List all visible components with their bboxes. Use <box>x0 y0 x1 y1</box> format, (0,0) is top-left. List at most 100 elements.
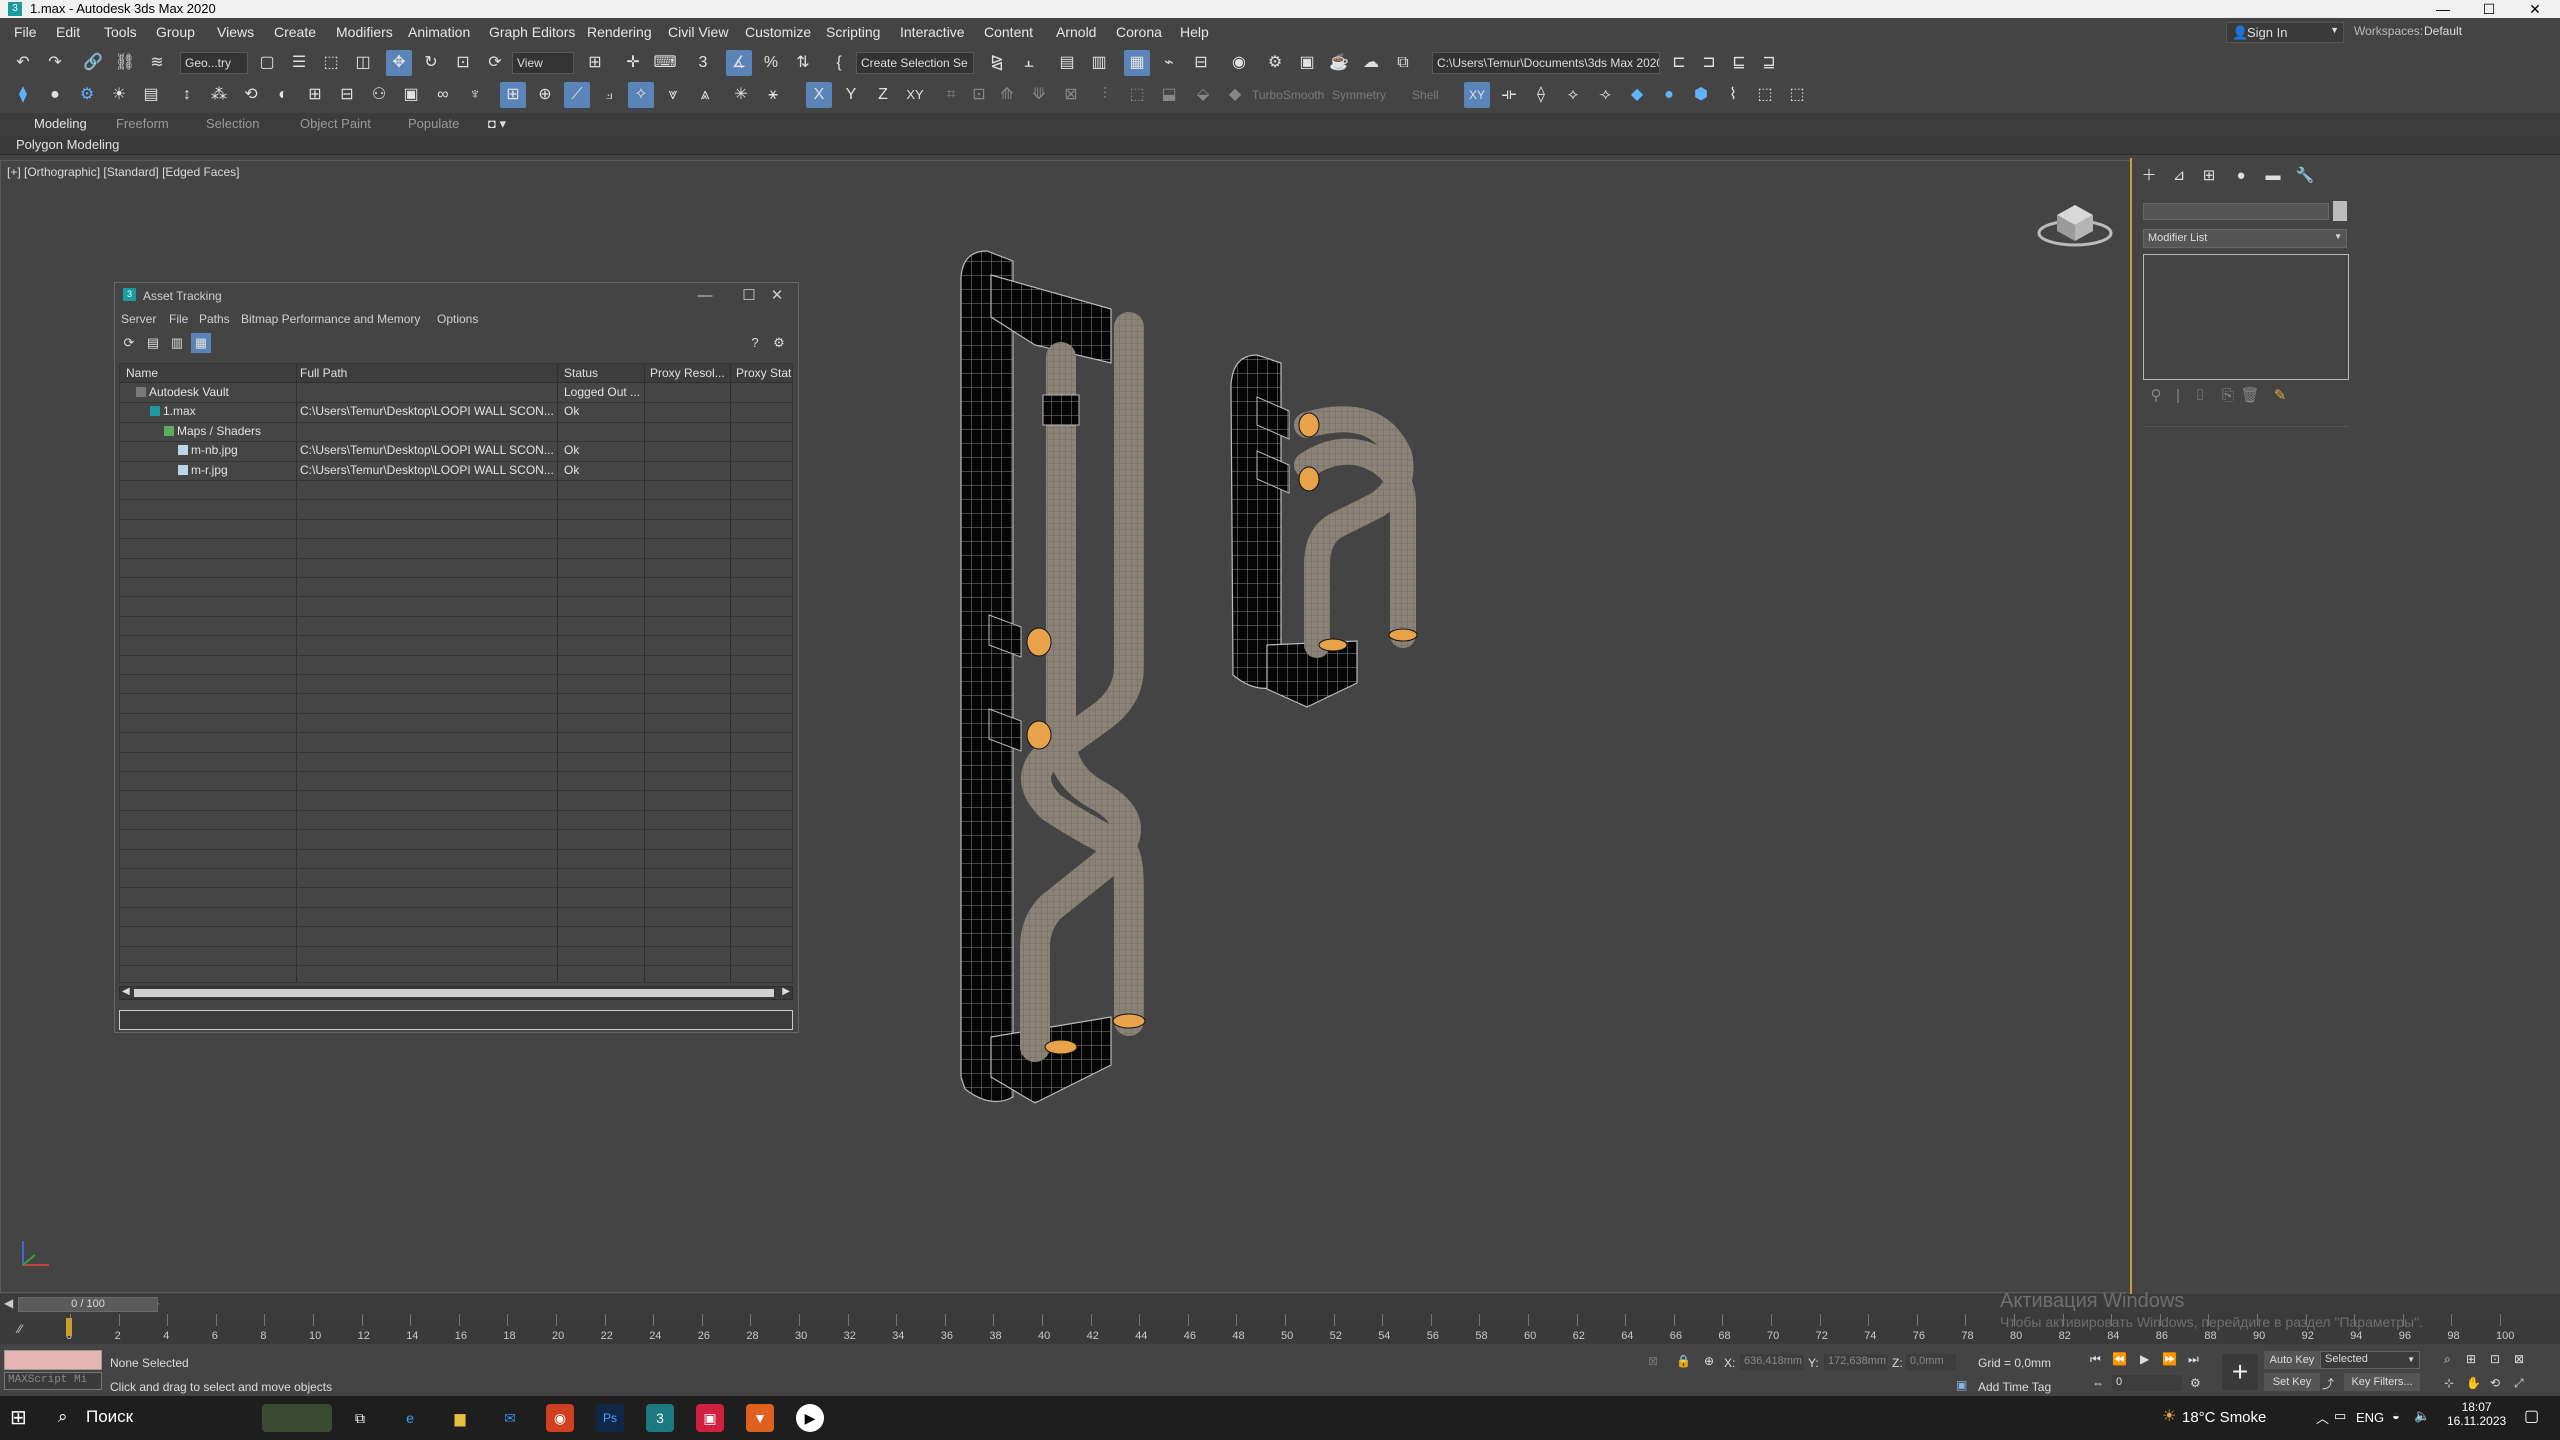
go-to-start-icon[interactable]: ⏮ <box>2090 1352 2101 1367</box>
snap-pivot-icon[interactable]: ✧ <box>628 82 654 108</box>
maxscript-mini-listener[interactable]: MAXScript Mi <box>4 1372 102 1390</box>
schematic-view-icon[interactable]: ⊟ <box>1188 50 1214 76</box>
pivot-center-icon[interactable]: ⊞ <box>582 50 608 76</box>
uvw-tool-icon[interactable]: ⊞ <box>302 82 328 108</box>
column-full-path[interactable]: Full Path <box>300 366 558 380</box>
grid-tool-icon[interactable]: ⊟ <box>334 82 360 108</box>
corona-render-icon[interactable]: ⧫ <box>10 82 36 108</box>
mail-icon[interactable]: ✉ <box>496 1404 524 1432</box>
key-selection-set-dropdown[interactable]: Selected ▼ <box>2320 1351 2420 1369</box>
x-coordinate-field[interactable]: 636,418mm <box>1740 1354 1804 1370</box>
menu-modifiers[interactable]: Modifiers <box>336 24 393 40</box>
corona-camera-icon[interactable]: ⚙ <box>74 82 100 108</box>
menu-group[interactable]: Group <box>156 24 195 40</box>
loop-tool-icon[interactable]: ∞ <box>430 82 456 108</box>
snap-tangent-icon[interactable]: ⩓ <box>692 82 718 108</box>
project-toolbar-icon[interactable]: ⊒ <box>1756 50 1782 76</box>
file-explorer-icon[interactable]: ▆ <box>446 1404 474 1432</box>
menu-views[interactable]: Views <box>217 24 254 40</box>
time-cursor[interactable] <box>66 1318 72 1336</box>
sign-in-dropdown[interactable]: 👤 Sign In ▼ <box>2226 22 2344 43</box>
rectangular-selection-icon[interactable]: ⬚ <box>318 50 344 76</box>
bezier-icon[interactable]: ⬚ <box>1784 82 1810 108</box>
polygon-modeling-label[interactable]: Polygon Modeling <box>16 137 119 152</box>
curve-editor-icon[interactable]: ⌁ <box>1156 50 1182 76</box>
auto-key-button[interactable]: Auto Key <box>2264 1351 2320 1369</box>
turbosmooth-label[interactable]: TurboSmooth <box>1252 88 1324 102</box>
wall-sconce-mesh-1[interactable] <box>951 247 1171 1127</box>
scroll-right-icon[interactable]: ▶ <box>782 986 790 997</box>
lathe-icon[interactable]: ⫶ <box>1092 82 1118 108</box>
close-button[interactable]: ✕ <box>2512 0 2558 18</box>
snap-edge-icon[interactable]: ⟋ <box>564 82 590 108</box>
motion-panel-icon[interactable]: ● <box>2228 164 2254 188</box>
media-app-icon[interactable]: ▣ <box>696 1404 724 1432</box>
network-icon[interactable]: ▭ <box>2334 1408 2346 1424</box>
set-keys-icon[interactable]: + <box>2222 1354 2258 1390</box>
hierarchy-panel-icon[interactable]: ⊞ <box>2196 164 2222 188</box>
z-coordinate-field[interactable]: 0,0mm <box>1906 1354 1956 1370</box>
menu-arnold[interactable]: Arnold <box>1056 24 1096 40</box>
absolute-mode-icon[interactable]: ⊕ <box>1704 1354 1714 1368</box>
render-setup-icon[interactable]: ⚙ <box>1262 50 1288 76</box>
weather-text[interactable]: 18°C Smoke <box>2182 1409 2266 1426</box>
viewport-label[interactable]: [+] [Orthographic] [Standard] [Edged Fac… <box>7 165 239 179</box>
menu-tools[interactable]: Tools <box>104 24 137 40</box>
modifier-list-dropdown[interactable]: Modifier List ▼ <box>2143 229 2347 248</box>
select-by-name-icon[interactable]: ☰ <box>286 50 312 76</box>
make-unique-icon[interactable]: ⌷ <box>2187 384 2213 408</box>
3ds-max-taskbar-icon[interactable]: 3 <box>646 1404 674 1432</box>
isolate-icon[interactable]: ⊠ <box>1648 1354 1658 1368</box>
scrollbar-thumb[interactable] <box>134 989 774 997</box>
pivot-tool-icon[interactable]: ↕ <box>174 82 200 108</box>
dialog-close-button[interactable]: ✕ <box>757 285 797 307</box>
corona-proxy-icon[interactable]: ▤ <box>138 82 164 108</box>
select-object-icon[interactable]: ▢ <box>254 50 280 76</box>
dialog-title-bar[interactable]: 3 Asset Tracking — ☐ ✕ <box>115 283 798 309</box>
next-frame-icon[interactable]: ⏩ <box>2162 1352 2177 1366</box>
select-and-place-icon[interactable]: ⟳ <box>482 50 508 76</box>
tree-view-icon[interactable]: ▥ <box>167 333 187 353</box>
project-open-icon[interactable]: ⊏ <box>1666 50 1692 76</box>
dialog-menu-paths[interactable]: Paths <box>199 312 230 326</box>
corona-light-icon[interactable]: ● <box>42 82 68 108</box>
menu-customize[interactable]: Customize <box>745 24 811 40</box>
previous-frame-icon[interactable]: ⏪ <box>2112 1352 2127 1366</box>
menu-content[interactable]: Content <box>984 24 1033 40</box>
project-create-icon[interactable]: ⊐ <box>1696 50 1722 76</box>
selection-lock-icon[interactable]: 🔒 <box>1676 1354 1691 1368</box>
asset-path-cell[interactable]: C:\Users\Temur\Desktop\LOOPI WALL SCON..… <box>300 463 554 477</box>
array-tool-icon[interactable]: ⚇ <box>366 82 392 108</box>
object-name-field[interactable] <box>2143 203 2329 220</box>
axis-z-button[interactable]: Z <box>870 82 896 108</box>
go-to-end-icon[interactable]: ⏭ <box>2188 1352 2199 1367</box>
cylinder-icon[interactable]: ⬢ <box>1688 82 1714 108</box>
turbosmooth-icon[interactable]: ◆ <box>1222 82 1248 108</box>
track-bar-menu-icon[interactable]: ⁄∕ <box>18 1322 22 1336</box>
snaps-toggle-icon[interactable]: 3 <box>690 50 716 76</box>
asset-name-cell[interactable]: m-nb.jpg <box>178 443 296 457</box>
column-status[interactable]: Status <box>564 366 644 380</box>
settings-icon[interactable]: ⚙ <box>769 333 789 353</box>
time-configuration-icon[interactable]: ⚙ <box>2190 1376 2201 1390</box>
zoom-extents-all-icon[interactable]: ⊠ <box>2514 1352 2524 1366</box>
time-slider-prev-icon[interactable]: ◀ <box>4 1296 13 1310</box>
utilities-panel-icon[interactable]: 🔧 <box>2292 164 2318 188</box>
dialog-menu-options[interactable]: Options <box>437 312 478 326</box>
snap-face-icon[interactable]: ⟓ <box>596 82 622 108</box>
volume-icon[interactable]: 🔈 <box>2414 1408 2430 1424</box>
current-frame-field[interactable]: 0 <box>2112 1375 2182 1391</box>
undo-icon[interactable]: ↶ <box>10 50 36 76</box>
tray-chevron-icon[interactable]: ︿ <box>2316 1408 2329 1427</box>
menu-corona[interactable]: Corona <box>1116 24 1162 40</box>
symmetry-label[interactable]: Symmetry <box>1332 88 1386 102</box>
tab-object-paint[interactable]: Object Paint <box>300 116 371 131</box>
spline-icon[interactable]: ⌇ <box>1720 82 1746 108</box>
normal-align-icon[interactable]: ⟰ <box>994 82 1020 108</box>
dialog-minimize-button[interactable]: — <box>685 285 725 307</box>
layer-explorer-icon[interactable]: ▥ <box>1086 50 1112 76</box>
pan-view-icon[interactable]: ✋ <box>2466 1376 2481 1390</box>
photoshop-icon[interactable]: Ps <box>596 1404 624 1432</box>
bevel-icon[interactable]: ⬓ <box>1156 82 1182 108</box>
asset-status-cell[interactable]: Ok <box>564 463 642 477</box>
